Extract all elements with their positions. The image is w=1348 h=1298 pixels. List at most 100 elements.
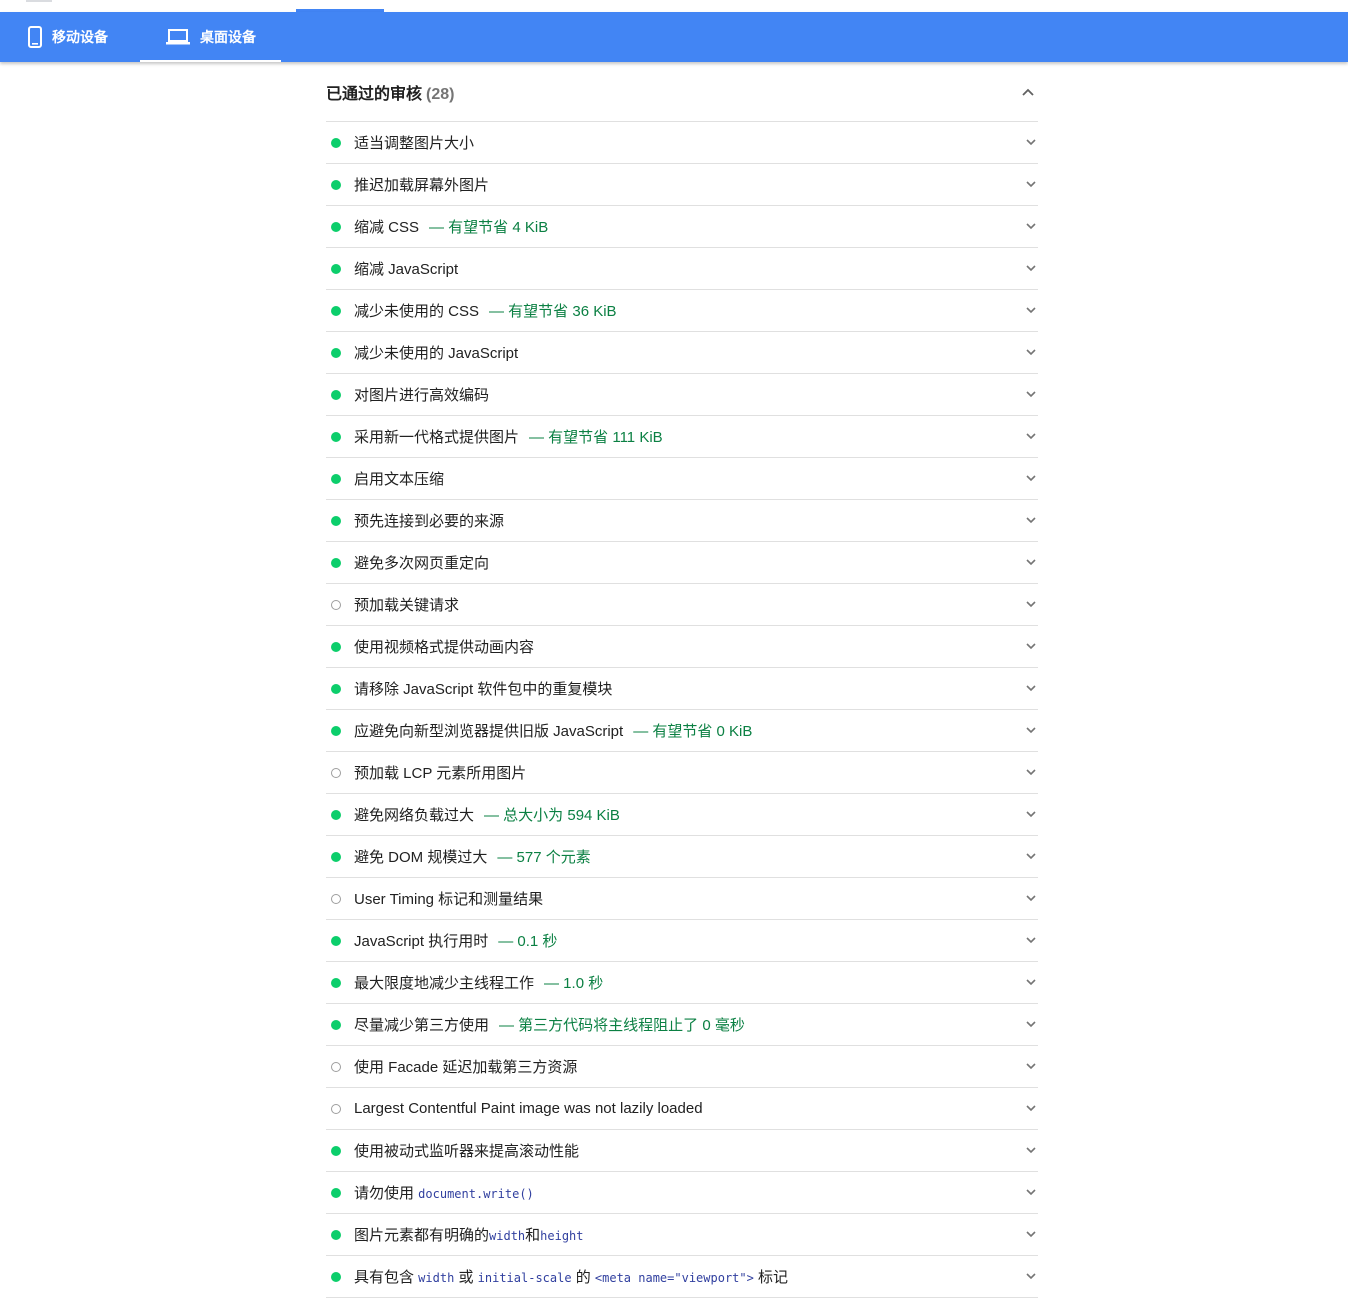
- chevron-down-icon[interactable]: [1026, 474, 1036, 482]
- section-count: (28): [426, 85, 455, 103]
- chevron-down-icon[interactable]: [1026, 810, 1036, 818]
- tab-desktop-label: 桌面设备: [200, 29, 256, 45]
- chevron-down-icon[interactable]: [1026, 642, 1036, 650]
- audit-row[interactable]: 请移除 JavaScript 软件包中的重复模块: [326, 668, 1038, 710]
- audit-row[interactable]: User Timing 标记和测量结果: [326, 878, 1038, 920]
- audit-row[interactable]: 预加载 LCP 元素所用图片: [326, 752, 1038, 794]
- audit-title: 对图片进行高效编码: [354, 387, 490, 404]
- audit-row[interactable]: 采用新一代格式提供图片 — 有望节省 111 KiB: [326, 416, 1038, 458]
- audit-row[interactable]: JavaScript 执行用时 — 0.1 秒: [326, 920, 1038, 962]
- audit-title: 最大限度地减少主线程工作: [354, 975, 535, 992]
- audit-row[interactable]: Largest Contentful Paint image was not l…: [326, 1088, 1038, 1130]
- audit-title: 推迟加载屏幕外图片: [354, 177, 490, 194]
- info-status-icon: [331, 1061, 341, 1072]
- chevron-down-icon[interactable]: [1026, 306, 1036, 314]
- audit-title: 缩减 CSS: [354, 219, 420, 236]
- audit-row[interactable]: 对图片进行高效编码: [326, 374, 1038, 416]
- chevron-down-icon[interactable]: [1026, 684, 1036, 692]
- audit-row[interactable]: 应避免向新型浏览器提供旧版 JavaScript — 有望节省 0 KiB: [326, 710, 1038, 752]
- audit-title: 减少未使用的 JavaScript: [354, 345, 519, 362]
- audit-row[interactable]: 预加载关键请求: [326, 584, 1038, 626]
- audit-row[interactable]: 图片元素都有明确的width和height: [326, 1214, 1038, 1256]
- pass-status-icon: [331, 1145, 341, 1156]
- tab-mobile-label: 移动设备: [52, 29, 108, 45]
- audit-row[interactable]: 推迟加载屏幕外图片: [326, 164, 1038, 206]
- chevron-down-icon[interactable]: [1026, 1188, 1036, 1196]
- audit-row[interactable]: 缩减 CSS — 有望节省 4 KiB: [326, 206, 1038, 248]
- audit-title: 预加载关键请求: [354, 597, 460, 614]
- audit-title: 尽量减少第三方使用: [354, 1017, 490, 1034]
- audit-row[interactable]: 使用 Facade 延迟加载第三方资源: [326, 1046, 1038, 1088]
- chevron-down-icon[interactable]: [1026, 348, 1036, 356]
- chevron-down-icon[interactable]: [1026, 768, 1036, 776]
- pass-status-icon: [331, 221, 341, 232]
- chevron-down-icon[interactable]: [1026, 600, 1036, 608]
- audit-title: 使用视频格式提供动画内容: [354, 639, 535, 656]
- chevron-down-icon[interactable]: [1026, 264, 1036, 272]
- chevron-down-icon[interactable]: [1026, 390, 1036, 398]
- pass-status-icon: [331, 935, 341, 946]
- pass-status-icon: [331, 683, 341, 694]
- info-status-icon: [331, 893, 341, 904]
- chevron-down-icon[interactable]: [1026, 1272, 1036, 1280]
- audit-title: 避免 DOM 规模过大: [354, 849, 488, 866]
- audit-title: Largest Contentful Paint image was not l…: [354, 1100, 703, 1117]
- chevron-down-icon[interactable]: [1026, 558, 1036, 566]
- audit-title: 避免多次网页重定向: [354, 555, 490, 572]
- audit-title: 图片元素都有明确的width和height: [354, 1227, 584, 1244]
- audit-row[interactable]: 避免网络负载过大 — 总大小为 594 KiB: [326, 794, 1038, 836]
- audit-row[interactable]: 适当调整图片大小: [326, 122, 1038, 164]
- audit-row[interactable]: 尽量减少第三方使用 — 第三方代码将主线程阻止了 0 毫秒: [326, 1004, 1038, 1046]
- pass-status-icon: [331, 515, 341, 526]
- pass-status-icon: [331, 725, 341, 736]
- audit-display-value: — 577 个元素: [497, 849, 591, 866]
- audit-row[interactable]: 缩减 JavaScript: [326, 248, 1038, 290]
- chevron-down-icon[interactable]: [1026, 726, 1036, 734]
- passed-audits-header[interactable]: 已通过的审核 (28): [326, 62, 1038, 122]
- chevron-down-icon[interactable]: [1026, 1020, 1036, 1028]
- audit-title: 预先连接到必要的来源: [354, 513, 505, 530]
- audit-row[interactable]: 避免多次网页重定向: [326, 542, 1038, 584]
- pass-status-icon: [331, 809, 341, 820]
- chevron-down-icon[interactable]: [1026, 894, 1036, 902]
- audit-row[interactable]: 减少未使用的 CSS — 有望节省 36 KiB: [326, 290, 1038, 332]
- mobile-phone-icon: [28, 26, 42, 48]
- audit-display-value: — 有望节省 36 KiB: [489, 303, 617, 320]
- pass-status-icon: [331, 1019, 341, 1030]
- chevron-down-icon[interactable]: [1026, 516, 1036, 524]
- logo-edge: [26, 0, 52, 2]
- tab-desktop[interactable]: 桌面设备: [140, 12, 281, 62]
- audit-display-value: — 有望节省 0 KiB: [633, 723, 753, 740]
- audit-row[interactable]: 使用被动式监听器来提高滚动性能: [326, 1130, 1038, 1172]
- audit-display-value: — 第三方代码将主线程阻止了 0 毫秒: [499, 1017, 745, 1034]
- chevron-down-icon[interactable]: [1026, 222, 1036, 230]
- chevron-down-icon[interactable]: [1026, 978, 1036, 986]
- chevron-down-icon[interactable]: [1026, 936, 1036, 944]
- chevron-down-icon[interactable]: [1026, 180, 1036, 188]
- chevron-down-icon[interactable]: [1026, 138, 1036, 146]
- audit-row[interactable]: 启用文本压缩: [326, 458, 1038, 500]
- audit-display-value: — 0.1 秒: [498, 933, 558, 950]
- chevron-down-icon[interactable]: [1026, 1230, 1036, 1238]
- tab-mobile[interactable]: 移动设备: [0, 12, 140, 62]
- audit-row[interactable]: 避免 DOM 规模过大 — 577 个元素: [326, 836, 1038, 878]
- audit-title: 减少未使用的 CSS: [354, 303, 480, 320]
- audit-row[interactable]: 预先连接到必要的来源: [326, 500, 1038, 542]
- audit-row[interactable]: 具有包含 width 或 initial-scale 的 <meta name=…: [326, 1256, 1038, 1298]
- audit-display-value: — 1.0 秒: [544, 975, 604, 992]
- audit-row[interactable]: 减少未使用的 JavaScript: [326, 332, 1038, 374]
- pass-status-icon: [331, 1229, 341, 1240]
- audit-row[interactable]: 使用视频格式提供动画内容: [326, 626, 1038, 668]
- pass-status-icon: [331, 641, 341, 652]
- chevron-down-icon[interactable]: [1026, 1146, 1036, 1154]
- chevron-down-icon[interactable]: [1026, 1104, 1036, 1112]
- audit-list: 适当调整图片大小推迟加载屏幕外图片缩减 CSS — 有望节省 4 KiB 缩减 Ja…: [326, 122, 1038, 1298]
- audit-row[interactable]: 请勿使用 document.write(): [326, 1172, 1038, 1214]
- audit-row[interactable]: 最大限度地减少主线程工作 — 1.0 秒: [326, 962, 1038, 1004]
- chevron-down-icon[interactable]: [1026, 1062, 1036, 1070]
- chevron-up-icon[interactable]: [1022, 88, 1034, 96]
- chevron-down-icon[interactable]: [1026, 852, 1036, 860]
- chevron-down-icon[interactable]: [1026, 432, 1036, 440]
- audit-title: 请勿使用 document.write(): [354, 1185, 534, 1202]
- audit-title: 使用 Facade 延迟加载第三方资源: [354, 1059, 578, 1076]
